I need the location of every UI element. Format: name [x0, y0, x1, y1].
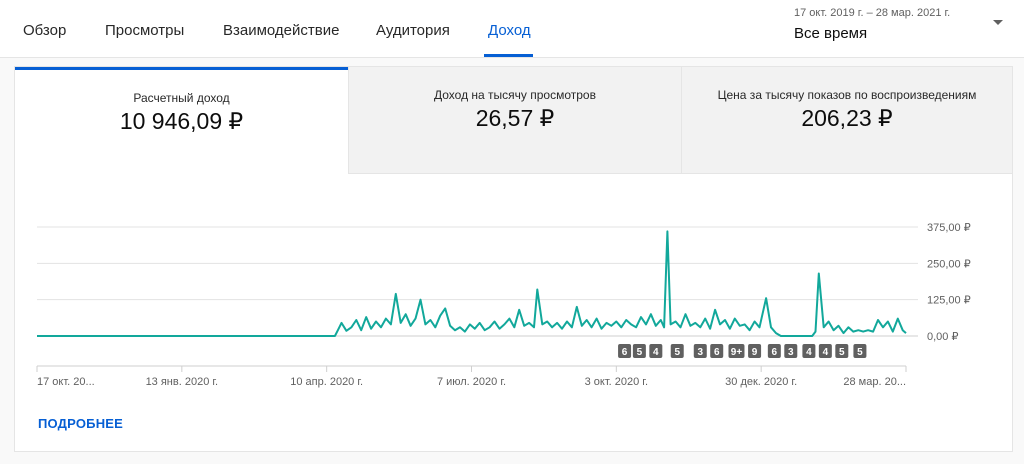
event-badge-label: 5: [674, 347, 680, 358]
event-badge-label: 5: [839, 347, 845, 358]
event-badge-label: 3: [697, 347, 703, 358]
event-badge-label: 4: [823, 347, 829, 358]
event-badge-label: 5: [637, 347, 643, 358]
x-tick-label: 17 окт. 20...: [37, 376, 95, 388]
revenue-series-line: [37, 230, 907, 337]
x-tick-label: 13 янв. 2020 г.: [146, 376, 219, 388]
event-badge-label: 6: [772, 347, 778, 358]
event-badge-label: 6: [622, 347, 628, 358]
y-tick-label: 375,00 ₽: [927, 222, 971, 234]
event-badge-label: 9+: [731, 347, 743, 358]
x-tick-label: 7 июл. 2020 г.: [437, 376, 506, 388]
event-badge-label: 5: [857, 347, 863, 358]
x-tick-label: 10 апр. 2020 г.: [290, 376, 363, 388]
event-badge-label: 4: [653, 347, 659, 358]
y-tick-label: 0,00 ₽: [927, 331, 958, 343]
event-badge-label: 6: [714, 347, 720, 358]
y-tick-label: 250,00 ₽: [927, 258, 971, 270]
x-tick-label: 28 мар. 20...: [843, 376, 906, 388]
event-badge-label: 4: [806, 347, 812, 358]
y-tick-label: 125,00 ₽: [927, 295, 971, 307]
x-tick-label: 30 дек. 2020 г.: [725, 376, 797, 388]
x-tick-label: 3 окт. 2020 г.: [585, 376, 648, 388]
event-badge-label: 9: [752, 347, 758, 358]
revenue-line-chart: 375,00 ₽ 250,00 ₽ 125,00 ₽ 0,00 ₽ 17 окт. 20…: [36, 222, 971, 388]
event-badge-label: 3: [788, 347, 794, 358]
